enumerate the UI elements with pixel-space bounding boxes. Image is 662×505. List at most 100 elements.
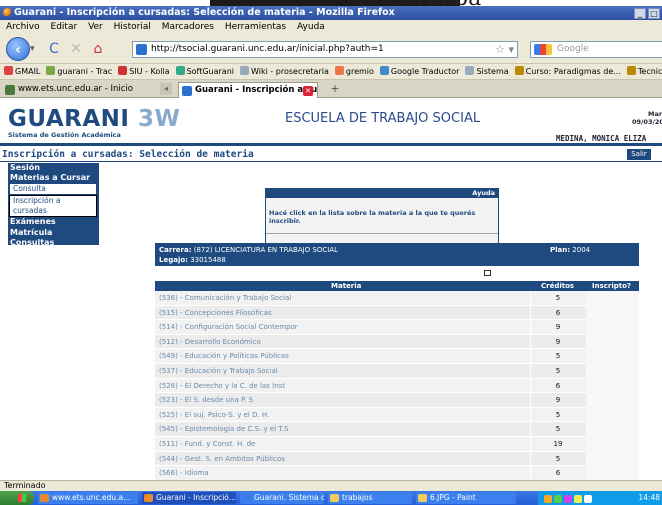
table-row[interactable]: (512) - Desarrollo Económico 9: [155, 334, 639, 350]
table-row[interactable]: (545) - Epistemología de C.S. y el T.S 5: [155, 422, 639, 437]
menu-item-evaluaciones-parciales[interactable]: Evaluaciones Parciales: [8, 248, 99, 268]
tab-ets-inicio[interactable]: www.ets.unc.edu.ar - Inicio: [2, 82, 152, 98]
bookmark-item[interactable]: gremio: [334, 64, 374, 80]
menu-marcadores[interactable]: Marcadores: [162, 22, 214, 32]
bookmark-icon: [465, 66, 475, 75]
bookmark-icon: [626, 66, 636, 75]
subject-link[interactable]: (528) - El Derecho y la C. de las Inst: [159, 379, 529, 394]
bookmark-item[interactable]: Curso: Paradigmas de...: [514, 64, 621, 80]
bookmark-item[interactable]: Sistema: [465, 64, 509, 80]
minimize-button[interactable]: _: [634, 8, 646, 19]
tray-icons: [544, 494, 594, 505]
table-row[interactable]: (525) - El suj. Psico-S. y el D. H. 5: [155, 407, 639, 423]
tab-bar: www.ets.unc.edu.ar - Inicio ◂ Guarani - …: [0, 80, 662, 98]
bookmark-star-icon[interactable]: ☆ ▾: [495, 42, 514, 57]
print-icon[interactable]: [484, 270, 491, 276]
menu-historial[interactable]: Historial: [114, 22, 151, 32]
plan-label: Plan:: [550, 246, 571, 254]
taskbar-app-icon: [242, 494, 251, 502]
taskbar-label: Guarani. Sistema de...: [254, 493, 324, 502]
bookmark-item[interactable]: Google Traductor: [379, 64, 460, 80]
bookmark-item[interactable]: SIU - Kolla: [118, 64, 170, 80]
menu-ayuda[interactable]: Ayuda: [297, 22, 325, 32]
forward-dropdown-icon[interactable]: ▾: [30, 42, 42, 56]
reload-icon[interactable]: C: [46, 41, 62, 57]
maximize-button[interactable]: □: [648, 8, 660, 19]
menu-item-materias-a-cursar[interactable]: Materias a Cursar: [8, 173, 99, 183]
search-input[interactable]: Google: [530, 41, 662, 58]
table-header: Materia Créditos Inscripto?: [155, 281, 639, 291]
table-row[interactable]: (511) - Fund. y Const. H. de 19: [155, 436, 639, 452]
bookmark-item[interactable]: SoftGuarani: [175, 64, 234, 80]
menu-item-ex-menes[interactable]: Exámenes: [8, 217, 99, 227]
tab-favicon: [182, 86, 192, 96]
taskbar-button[interactable]: 6.JPG - Paint: [416, 492, 516, 504]
taskbar-button[interactable]: trabajos: [328, 492, 412, 504]
menu-herramientas[interactable]: Herramientas: [225, 22, 286, 32]
table-row[interactable]: (544) - Gest. S. en Ambitos Públicos 5: [155, 451, 639, 467]
start-button[interactable]: [0, 491, 34, 505]
subject-link[interactable]: (511) - Fund. y Const. H. de: [159, 437, 529, 452]
table-row[interactable]: (528) - El Derecho y la C. de las Inst 6: [155, 378, 639, 394]
bookmark-item[interactable]: GMAIL: [4, 64, 40, 80]
menu-item-consulta[interactable]: Consulta: [9, 183, 97, 196]
bookmark-label: Sistema: [476, 67, 509, 76]
menu-item-sesi-n[interactable]: Sesión: [8, 163, 99, 173]
credits-cell: 5: [555, 425, 561, 434]
table-row[interactable]: (515) - Concepciones Filosóficas 6: [155, 305, 639, 321]
credits-cell: 5: [555, 352, 561, 361]
subject-link[interactable]: (512) - Desarrollo Económico: [159, 335, 529, 350]
credits-cell: 6: [555, 469, 561, 478]
taskbar-app-icon: [144, 494, 153, 502]
menu-item-consultas[interactable]: Consultas: [8, 238, 99, 248]
subject-link[interactable]: (549) - Educación y Políticas Públicas: [159, 349, 529, 364]
table-row[interactable]: (514) - Configuración Social Contempor 9: [155, 320, 639, 335]
back-button[interactable]: ‹: [6, 37, 30, 61]
bookmark-item[interactable]: Tecnicatura en Gestió...: [626, 64, 662, 80]
subject-link[interactable]: (537) - Educación y Trabajo Social: [159, 364, 529, 379]
table-row[interactable]: (549) - Educación y Políticas Públicas 5: [155, 349, 639, 364]
menu-ver[interactable]: Ver: [88, 22, 103, 32]
bookmarks-toolbar: GMAIL guarani - Trac SIU - Kolla SoftGuaran…: [0, 64, 662, 80]
subject-link[interactable]: (523) - El S. desde una P. S: [159, 393, 529, 408]
menu-item-inscripci-n-a-cursadas[interactable]: Inscripción a cursadas: [9, 195, 97, 218]
subject-link[interactable]: (536) - Comunicación y Trabajo Social: [159, 291, 529, 306]
menu-item-anuncios[interactable]: Anuncios: [8, 268, 99, 278]
menu-archivo[interactable]: Archivo: [6, 22, 40, 32]
address-bar[interactable]: http://tsocial.guarani.unc.edu.ar/inicia…: [132, 41, 518, 58]
header-date: 09/03/20: [632, 118, 662, 126]
logout-button[interactable]: Salir: [627, 149, 651, 160]
enrolled-cell: [586, 378, 639, 394]
bookmark-icon: [240, 66, 250, 75]
subject-link[interactable]: (525) - El suj. Psico-S. y el D. H.: [159, 408, 529, 423]
tab-guarani-inscripcion[interactable]: Guarani - Inscripción a cursadas: ... ✕: [178, 82, 318, 98]
subject-link[interactable]: (545) - Epistemología de C.S. y el T.S: [159, 422, 529, 437]
logo-main-text: GUARANI: [8, 106, 130, 132]
table-row[interactable]: (566) - Idioma 6: [155, 466, 639, 481]
home-icon[interactable]: ⌂: [90, 41, 106, 57]
credits-cell: 5: [555, 366, 561, 375]
close-tab-icon[interactable]: ✕: [303, 86, 313, 96]
taskbar-button[interactable]: www.ets.unc.edu.a...: [38, 492, 138, 504]
bookmark-icon: [46, 66, 56, 75]
table-row[interactable]: (523) - El S. desde una P. S 9: [155, 393, 639, 408]
bookmark-label: Google Traductor: [390, 67, 460, 76]
bookmark-item[interactable]: guarani - Trac: [46, 64, 112, 80]
table-row[interactable]: (537) - Educación y Trabajo Social 5: [155, 363, 639, 379]
menu-item-matr-cula[interactable]: Matrícula: [8, 228, 99, 238]
table-row[interactable]: (536) - Comunicación y Trabajo Social 5: [155, 291, 639, 306]
subject-link[interactable]: (544) - Gest. S. en Ambitos Públicos: [159, 452, 529, 467]
tab-scroll-left-icon[interactable]: ◂: [160, 83, 172, 95]
taskbar-button[interactable]: Guarani. Sistema de...: [240, 492, 324, 504]
subject-link[interactable]: (515) - Concepciones Filosóficas: [159, 306, 529, 321]
subject-link[interactable]: (566) - Idioma: [159, 466, 529, 481]
menu-editar[interactable]: Editar: [51, 22, 78, 32]
new-tab-button[interactable]: +: [328, 82, 342, 96]
bookmark-label: Tecnicatura en Gestió...: [637, 67, 662, 76]
stop-icon[interactable]: ✕: [68, 41, 84, 57]
subject-link[interactable]: (514) - Configuración Social Contempor: [159, 320, 529, 335]
bookmark-icon: [118, 66, 128, 75]
taskbar-button[interactable]: Guarani - Inscripció...: [142, 492, 236, 504]
title-divider: [0, 161, 662, 162]
bookmark-item[interactable]: Wiki - prosecretaria: [240, 64, 329, 80]
